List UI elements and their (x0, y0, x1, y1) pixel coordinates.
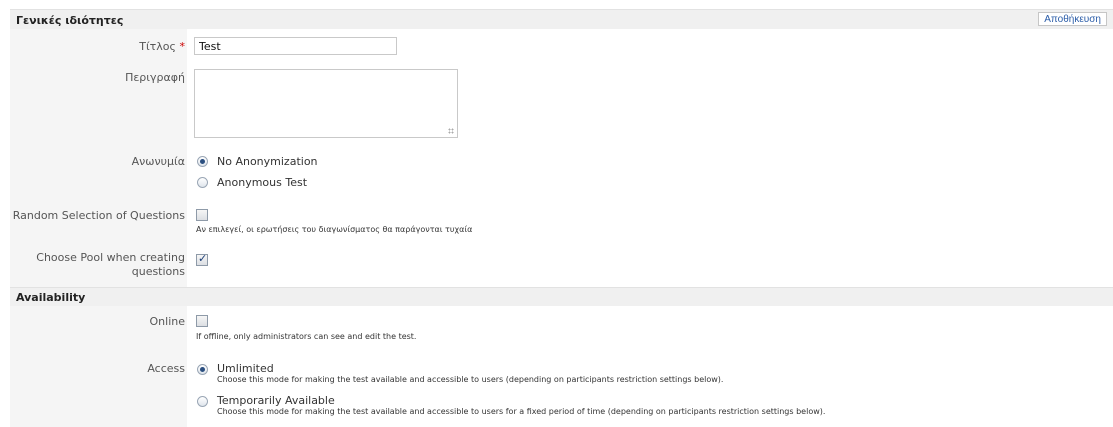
resize-grip-icon[interactable] (448, 128, 454, 134)
availability-title: Availability (16, 291, 86, 304)
save-button[interactable]: Αποθήκευση (1038, 12, 1107, 26)
title-label-text: Τίτλος (139, 40, 176, 53)
unlimited-label: Umlimited (217, 362, 274, 375)
online-checkbox[interactable] (196, 315, 208, 327)
title-label: Τίτλος * (10, 40, 185, 54)
general-properties-header: Γενικές ιδιότητες Αποθήκευση (10, 9, 1113, 29)
random-selection-label: Random Selection of Questions (12, 209, 185, 222)
anonymous-test-label: Anonymous Test (217, 176, 308, 189)
title-input[interactable] (194, 37, 397, 55)
unlimited-radio[interactable] (197, 364, 208, 375)
no-anonymization-label: No Anonymization (217, 155, 318, 168)
choose-pool-label-line1: Choose Pool when creating (36, 251, 185, 264)
choose-pool-checkbox[interactable] (196, 252, 208, 266)
temporarily-available-hint: Choose this mode for making the test ava… (217, 407, 826, 416)
random-selection-hint: Αν επιλεγεί, οι ερωτήσεις του διαγωνίσμα… (196, 225, 473, 234)
anonymity-label: Ανωνυμία (131, 155, 185, 168)
general-properties-title: Γενικές ιδιότητες (16, 14, 124, 27)
unlimited-hint: Choose this mode for making the test ava… (217, 375, 724, 384)
description-label: Περιγραφή (125, 71, 185, 84)
choose-pool-label-line2: questions (131, 265, 185, 278)
test-settings-form: Γενικές ιδιότητες Αποθήκευση Τίτλος * Πε… (0, 0, 1113, 427)
online-label: Online (149, 315, 185, 328)
access-label: Access (147, 362, 185, 375)
availability-header: Availability (10, 287, 1113, 306)
temporarily-available-label: Temporarily Available (217, 394, 335, 407)
anonymous-test-radio[interactable] (197, 177, 208, 188)
random-selection-checkbox[interactable] (196, 209, 208, 221)
required-mark: * (179, 40, 186, 53)
choose-pool-label: Choose Pool when creating questions (10, 251, 185, 279)
description-textarea[interactable] (194, 69, 458, 138)
online-hint: If offline, only administrators can see … (196, 332, 417, 341)
temporarily-available-radio[interactable] (197, 396, 208, 407)
no-anonymization-radio[interactable] (197, 156, 208, 167)
